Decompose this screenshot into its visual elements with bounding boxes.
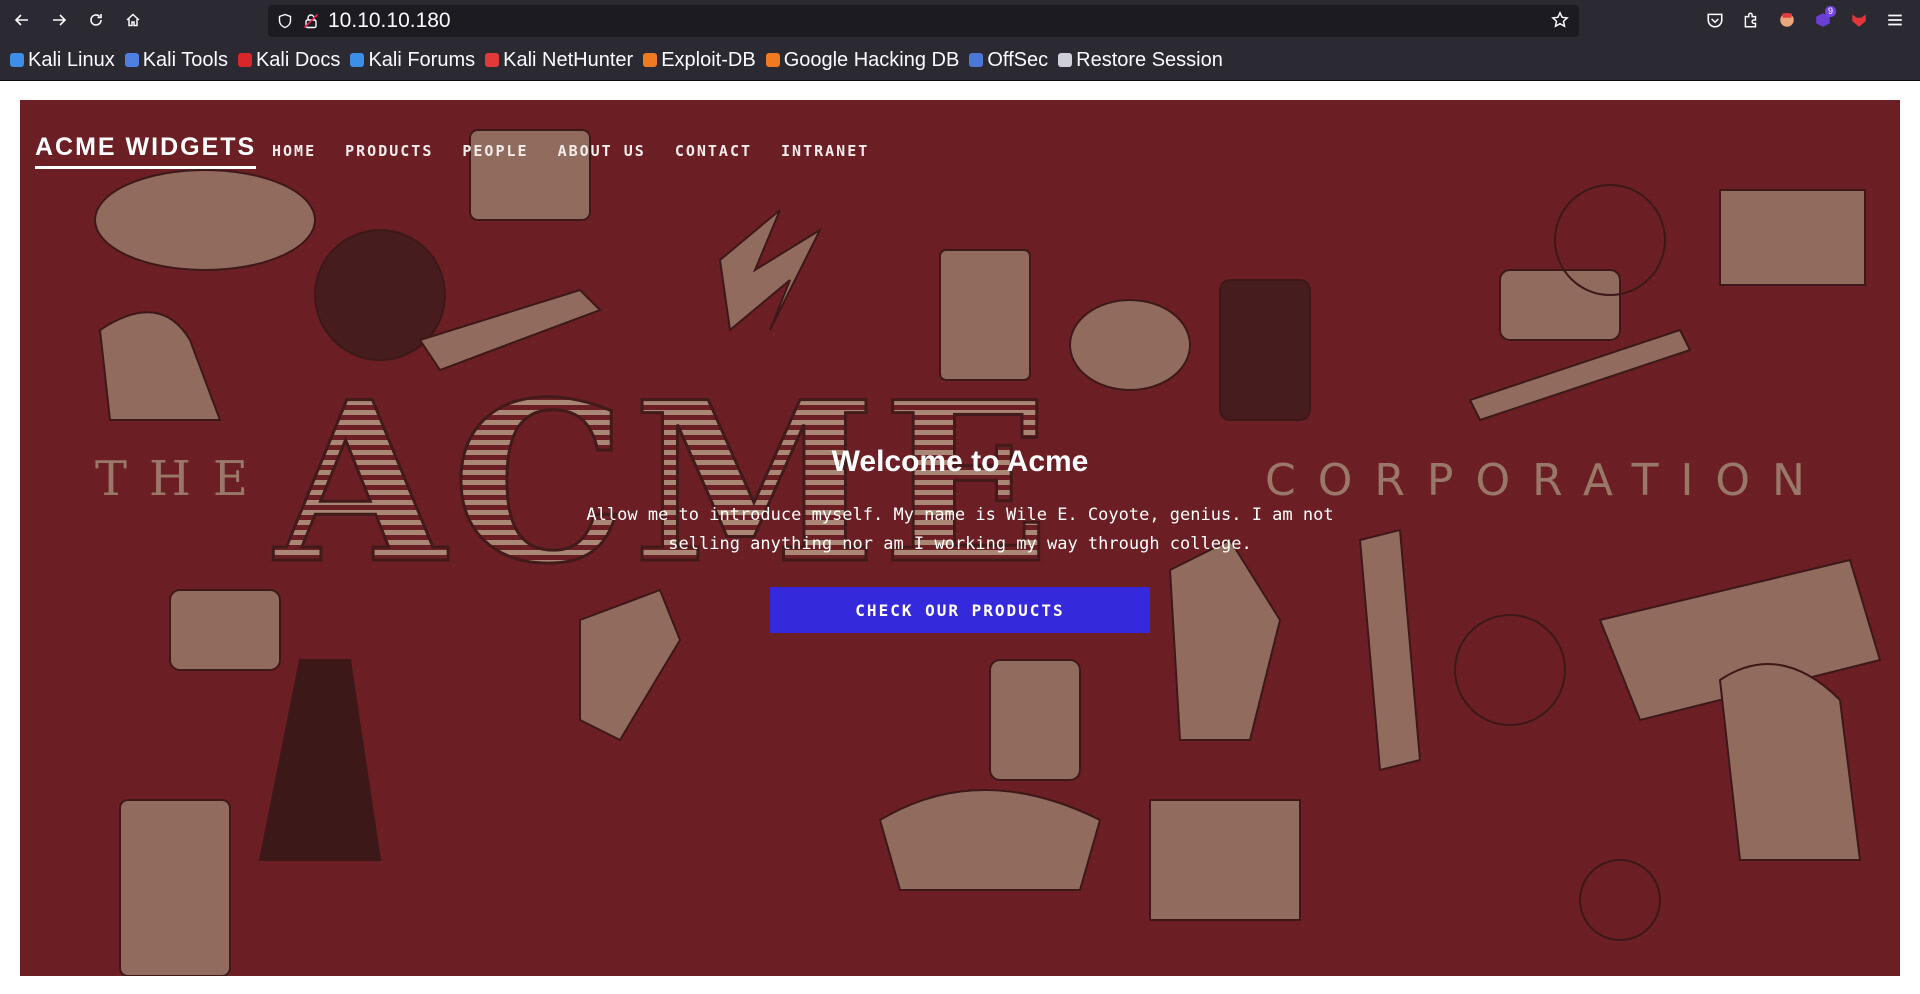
url-input[interactable] <box>328 9 1508 33</box>
reload-button[interactable] <box>81 5 111 35</box>
forward-arrow-icon <box>53 14 67 26</box>
kali-docs-icon <box>237 53 252 67</box>
home-icon <box>126 13 140 27</box>
nav-link-intranet[interactable]: INTRANET <box>781 142 869 160</box>
bookmark-star-icon[interactable] <box>1551 11 1569 29</box>
extension-cookie-icon <box>1780 13 1794 27</box>
nav-link-products[interactable]: PRODUCTS <box>345 142 433 160</box>
shield-icon[interactable] <box>276 12 294 30</box>
bookmark-kali-tools[interactable]: Kali Tools <box>124 48 228 72</box>
offsec-icon <box>969 53 984 67</box>
bookmark-label: Kali Linux <box>28 48 115 71</box>
page-viewport: THE ACME CORPORATION ACME WIDGETS HOME P… <box>0 81 1920 994</box>
hamburger-menu-icon <box>1888 14 1902 26</box>
back-arrow-icon <box>14 14 28 26</box>
toolbar-right: 9 <box>1694 5 1910 35</box>
puzzle-icon <box>1744 12 1757 28</box>
kali-forums-icon <box>350 53 365 67</box>
home-button[interactable] <box>118 5 148 35</box>
extension-badge: 9 <box>1824 6 1836 17</box>
bookmark-label: OffSec <box>987 48 1049 71</box>
hero-description: Allow me to introduce myself. My name is… <box>586 505 1334 554</box>
bookmark-kali-docs[interactable]: Kali Docs <box>237 48 341 72</box>
bookmark-label: Google Hacking DB <box>783 48 960 71</box>
pocket-button[interactable] <box>1700 5 1730 35</box>
bookmark-kali-linux[interactable]: Kali Linux <box>10 49 115 72</box>
nethunter-icon <box>485 53 500 67</box>
bookmark-label: Restore Session <box>1076 48 1223 71</box>
reload-icon <box>90 14 102 26</box>
insecure-lock-icon[interactable] <box>302 12 320 30</box>
nav-link-about-us[interactable]: ABOUT US <box>558 142 646 160</box>
bookmark-google-hacking-db[interactable]: Google Hacking DB <box>765 48 960 72</box>
bookmark-label: Kali Forums <box>368 48 476 71</box>
bookmarks-toolbar: Kali Linux Kali Tools Kali Docs Kali For… <box>0 40 1920 81</box>
extensions-button[interactable] <box>1736 5 1766 35</box>
extension-button-3[interactable] <box>1844 5 1874 35</box>
site-main-nav: HOME PRODUCTS PEOPLE ABOUT US CONTACT IN… <box>272 142 898 160</box>
browser-toolbar: 9 <box>0 0 1920 40</box>
site-brand-logo[interactable]: ACME WIDGETS <box>35 133 257 169</box>
extension-button-1[interactable] <box>1772 5 1802 35</box>
bookmark-kali-forums[interactable]: Kali Forums <box>350 49 475 72</box>
kali-tools-icon <box>124 53 139 67</box>
forward-button[interactable] <box>44 5 74 35</box>
kali-dragon-icon <box>10 53 24 67</box>
check-products-button[interactable]: CHECK OUR PRODUCTS <box>770 587 1150 633</box>
hero-content: Welcome to Acme Allow me to introduce my… <box>20 445 1900 633</box>
bookmark-offsec[interactable]: OffSec <box>969 49 1048 72</box>
extension-button-2[interactable]: 9 <box>1808 5 1838 35</box>
nav-link-people[interactable]: PEOPLE <box>462 142 528 160</box>
back-button[interactable] <box>7 5 37 35</box>
bookmark-label: Kali Tools <box>142 48 228 71</box>
bookmark-kali-nethunter[interactable]: Kali NetHunter <box>485 49 633 72</box>
pocket-icon <box>1707 13 1723 28</box>
bookmark-label: Kali Docs <box>255 48 341 71</box>
nav-link-home[interactable]: HOME <box>272 142 316 160</box>
bookmark-restore-session[interactable]: Restore Session <box>1058 49 1223 72</box>
bookmark-exploit-db[interactable]: Exploit-DB <box>643 48 756 72</box>
extension-fox-icon <box>1852 14 1866 27</box>
bookmark-label: Kali NetHunter <box>503 48 634 71</box>
bookmark-label: Exploit-DB <box>661 48 756 71</box>
globe-icon <box>1058 53 1073 67</box>
nav-link-contact[interactable]: CONTACT <box>675 142 752 160</box>
url-bar[interactable] <box>268 5 1579 37</box>
exploit-db-icon <box>643 53 658 67</box>
hero-section: THE ACME CORPORATION ACME WIDGETS HOME P… <box>20 100 1900 976</box>
hero-title: Welcome to Acme <box>831 445 1089 478</box>
menu-button[interactable] <box>1880 5 1910 35</box>
ghdb-icon <box>765 53 780 67</box>
